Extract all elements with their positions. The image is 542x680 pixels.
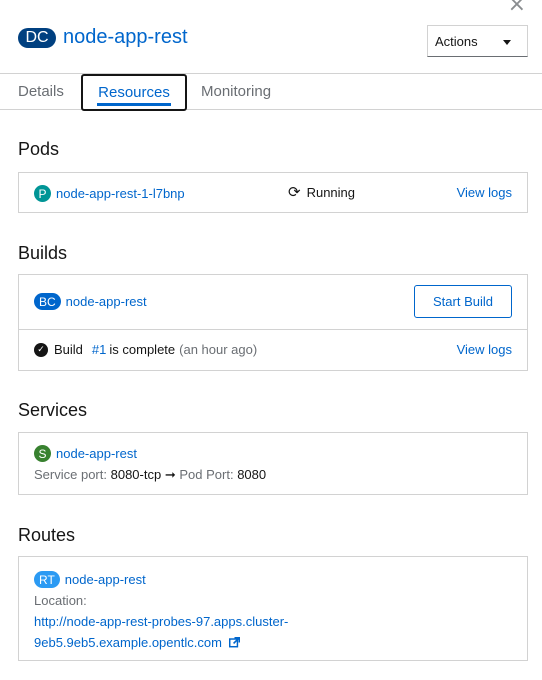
routes-card: RT node-app-rest Location: http://node-a… bbox=[18, 556, 528, 661]
build-complete-text: is complete bbox=[109, 342, 176, 357]
actions-label: Actions bbox=[435, 33, 478, 49]
sync-icon: ⟳ bbox=[288, 184, 301, 201]
build-config-link[interactable]: node-app-rest bbox=[66, 294, 147, 309]
external-link-icon bbox=[228, 637, 240, 648]
service-name-link[interactable]: node-app-rest bbox=[56, 446, 137, 461]
route-location-label: Location: bbox=[34, 593, 87, 608]
build-status-row: ✓ Build #1 is complete (an hour ago) Vie… bbox=[19, 330, 527, 370]
actions-dropdown[interactable]: Actions bbox=[427, 25, 528, 57]
builds-card: BC node-app-rest Start Build ✓ Build #1 … bbox=[18, 274, 528, 371]
build-time-ago: (an hour ago) bbox=[179, 342, 258, 357]
service-ports: Service port: 8080-tcp ➞ Pod Port: 8080 bbox=[34, 467, 542, 483]
pod-status: ⟳ Running bbox=[288, 185, 355, 200]
route-name-link[interactable]: node-app-rest bbox=[65, 569, 146, 590]
start-build-button[interactable]: Start Build bbox=[414, 285, 512, 318]
check-circle-icon: ✓ bbox=[34, 342, 48, 357]
page-title: node-app-rest bbox=[63, 26, 188, 48]
routes-heading: Routes bbox=[18, 525, 76, 545]
pod-port-value: 8080 bbox=[237, 467, 267, 482]
builds-heading: Builds bbox=[18, 243, 68, 263]
tab-bar: Details Resources Monitoring bbox=[0, 73, 542, 111]
arrow-right-icon: ➞ bbox=[164, 467, 176, 482]
services-card: S node-app-rest Service port: 8080-tcp ➞… bbox=[18, 432, 528, 495]
service-port-label: Service port: bbox=[34, 467, 107, 482]
route-url-line-2[interactable]: 9eb5.9eb5.example.opentlc.com bbox=[34, 635, 222, 650]
build-config-row: BC node-app-rest Start Build bbox=[19, 275, 527, 330]
caret-down-icon bbox=[503, 40, 511, 45]
pod-port-label: Pod Port: bbox=[179, 467, 234, 482]
tab-details[interactable]: Details bbox=[18, 74, 64, 110]
build-config-badge: BC bbox=[34, 293, 61, 310]
pod-name-link[interactable]: node-app-rest-1-l7bnp bbox=[56, 186, 185, 201]
route-item: RT node-app-rest Location: http://node-a… bbox=[34, 569, 542, 653]
route-badge: RT bbox=[34, 571, 60, 588]
pod-row: P node-app-rest-1-l7bnp ⟳ Running View l… bbox=[19, 173, 527, 214]
pods-card: P node-app-rest-1-l7bnp ⟳ Running View l… bbox=[18, 172, 528, 213]
services-heading: Services bbox=[18, 400, 88, 420]
route-url-link[interactable]: http://node-app-rest-probes-97.apps.clus… bbox=[34, 611, 542, 653]
close-icon[interactable]: × bbox=[508, 0, 526, 16]
build-word: Build bbox=[54, 342, 83, 357]
pods-heading: Pods bbox=[18, 139, 60, 159]
active-tab-indicator bbox=[97, 103, 171, 106]
pod-badge: P bbox=[34, 185, 51, 202]
service-badge: S bbox=[34, 445, 51, 462]
service-item: S node-app-rest Service port: 8080-tcp ➞… bbox=[34, 445, 542, 483]
tab-resources[interactable]: Resources bbox=[81, 74, 187, 111]
pod-view-logs-link[interactable]: View logs bbox=[457, 185, 512, 200]
pod-status-text: Running bbox=[306, 185, 356, 200]
resource-kind-badge: DC bbox=[18, 27, 56, 48]
title-row: DC node-app-rest bbox=[18, 26, 188, 49]
tab-monitoring[interactable]: Monitoring bbox=[201, 74, 271, 110]
tab-resources-label: Resources bbox=[98, 84, 170, 101]
build-number-link[interactable]: #1 bbox=[92, 342, 106, 357]
service-port-value: 8080-tcp bbox=[110, 467, 162, 482]
build-view-logs-link[interactable]: View logs bbox=[457, 342, 512, 357]
route-url-line-1[interactable]: http://node-app-rest-probes-97.apps.clus… bbox=[34, 611, 542, 632]
